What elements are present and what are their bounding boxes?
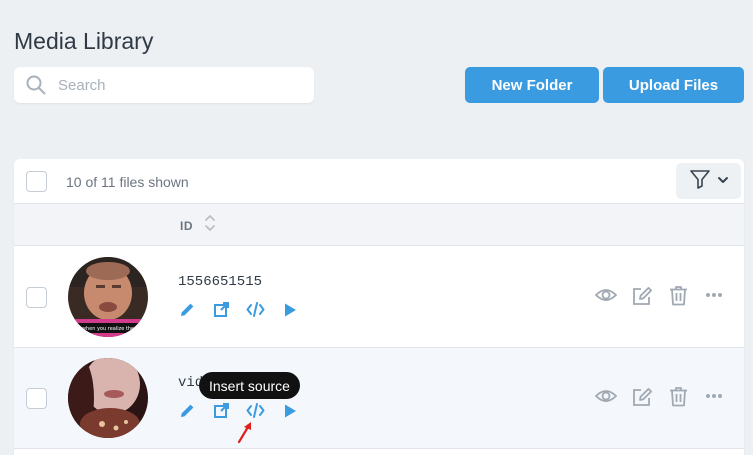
pointer-arrow-icon bbox=[237, 422, 251, 444]
table-header: ID bbox=[14, 204, 744, 246]
upload-files-button[interactable]: Upload Files bbox=[603, 67, 744, 103]
row-actions bbox=[595, 385, 725, 407]
insert-source-tooltip: Insert source bbox=[199, 372, 300, 399]
edit-icon[interactable] bbox=[631, 284, 653, 306]
files-count: 10 of 11 files shown bbox=[66, 174, 189, 190]
trash-icon[interactable] bbox=[667, 385, 689, 407]
more-options-icon[interactable] bbox=[703, 385, 725, 407]
table-row: when you realize the 1556651515 bbox=[14, 247, 744, 348]
search-input[interactable] bbox=[58, 67, 298, 103]
new-folder-button[interactable]: New Folder bbox=[465, 67, 599, 103]
sort-icon[interactable] bbox=[204, 214, 216, 232]
more-options-icon[interactable] bbox=[703, 284, 725, 306]
file-id: 1556651515 bbox=[178, 274, 263, 290]
page-title: Media Library bbox=[14, 28, 154, 54]
media-table: 10 of 11 files shown ID when you realize… bbox=[14, 159, 744, 455]
chevron-down-icon bbox=[717, 172, 729, 190]
play-icon[interactable] bbox=[280, 401, 299, 420]
external-link-icon[interactable] bbox=[212, 300, 231, 319]
select-all-checkbox[interactable] bbox=[26, 171, 47, 192]
code-icon[interactable] bbox=[246, 300, 265, 319]
eye-icon[interactable] bbox=[595, 385, 617, 407]
search-box[interactable] bbox=[14, 67, 314, 103]
media-thumbnail[interactable]: when you realize the bbox=[68, 257, 148, 337]
trash-icon[interactable] bbox=[667, 284, 689, 306]
eye-icon[interactable] bbox=[595, 284, 617, 306]
quick-actions bbox=[178, 401, 299, 420]
row-checkbox[interactable] bbox=[26, 287, 47, 308]
code-icon[interactable] bbox=[246, 401, 265, 420]
row-checkbox[interactable] bbox=[26, 388, 47, 409]
table-row: vid bbox=[14, 348, 744, 449]
media-thumbnail[interactable] bbox=[68, 358, 148, 438]
pencil-icon[interactable] bbox=[178, 401, 197, 420]
thumbnail-caption: when you realize the bbox=[82, 326, 134, 332]
column-header-id[interactable]: ID bbox=[180, 219, 193, 233]
filter-button[interactable] bbox=[676, 163, 741, 199]
quick-actions bbox=[178, 300, 299, 319]
search-icon bbox=[26, 75, 46, 95]
filter-icon bbox=[689, 169, 711, 194]
play-icon[interactable] bbox=[280, 300, 299, 319]
table-toolbar: 10 of 11 files shown bbox=[14, 159, 744, 204]
external-link-icon[interactable] bbox=[212, 401, 231, 420]
pencil-icon[interactable] bbox=[178, 300, 197, 319]
row-actions bbox=[595, 284, 725, 306]
edit-icon[interactable] bbox=[631, 385, 653, 407]
